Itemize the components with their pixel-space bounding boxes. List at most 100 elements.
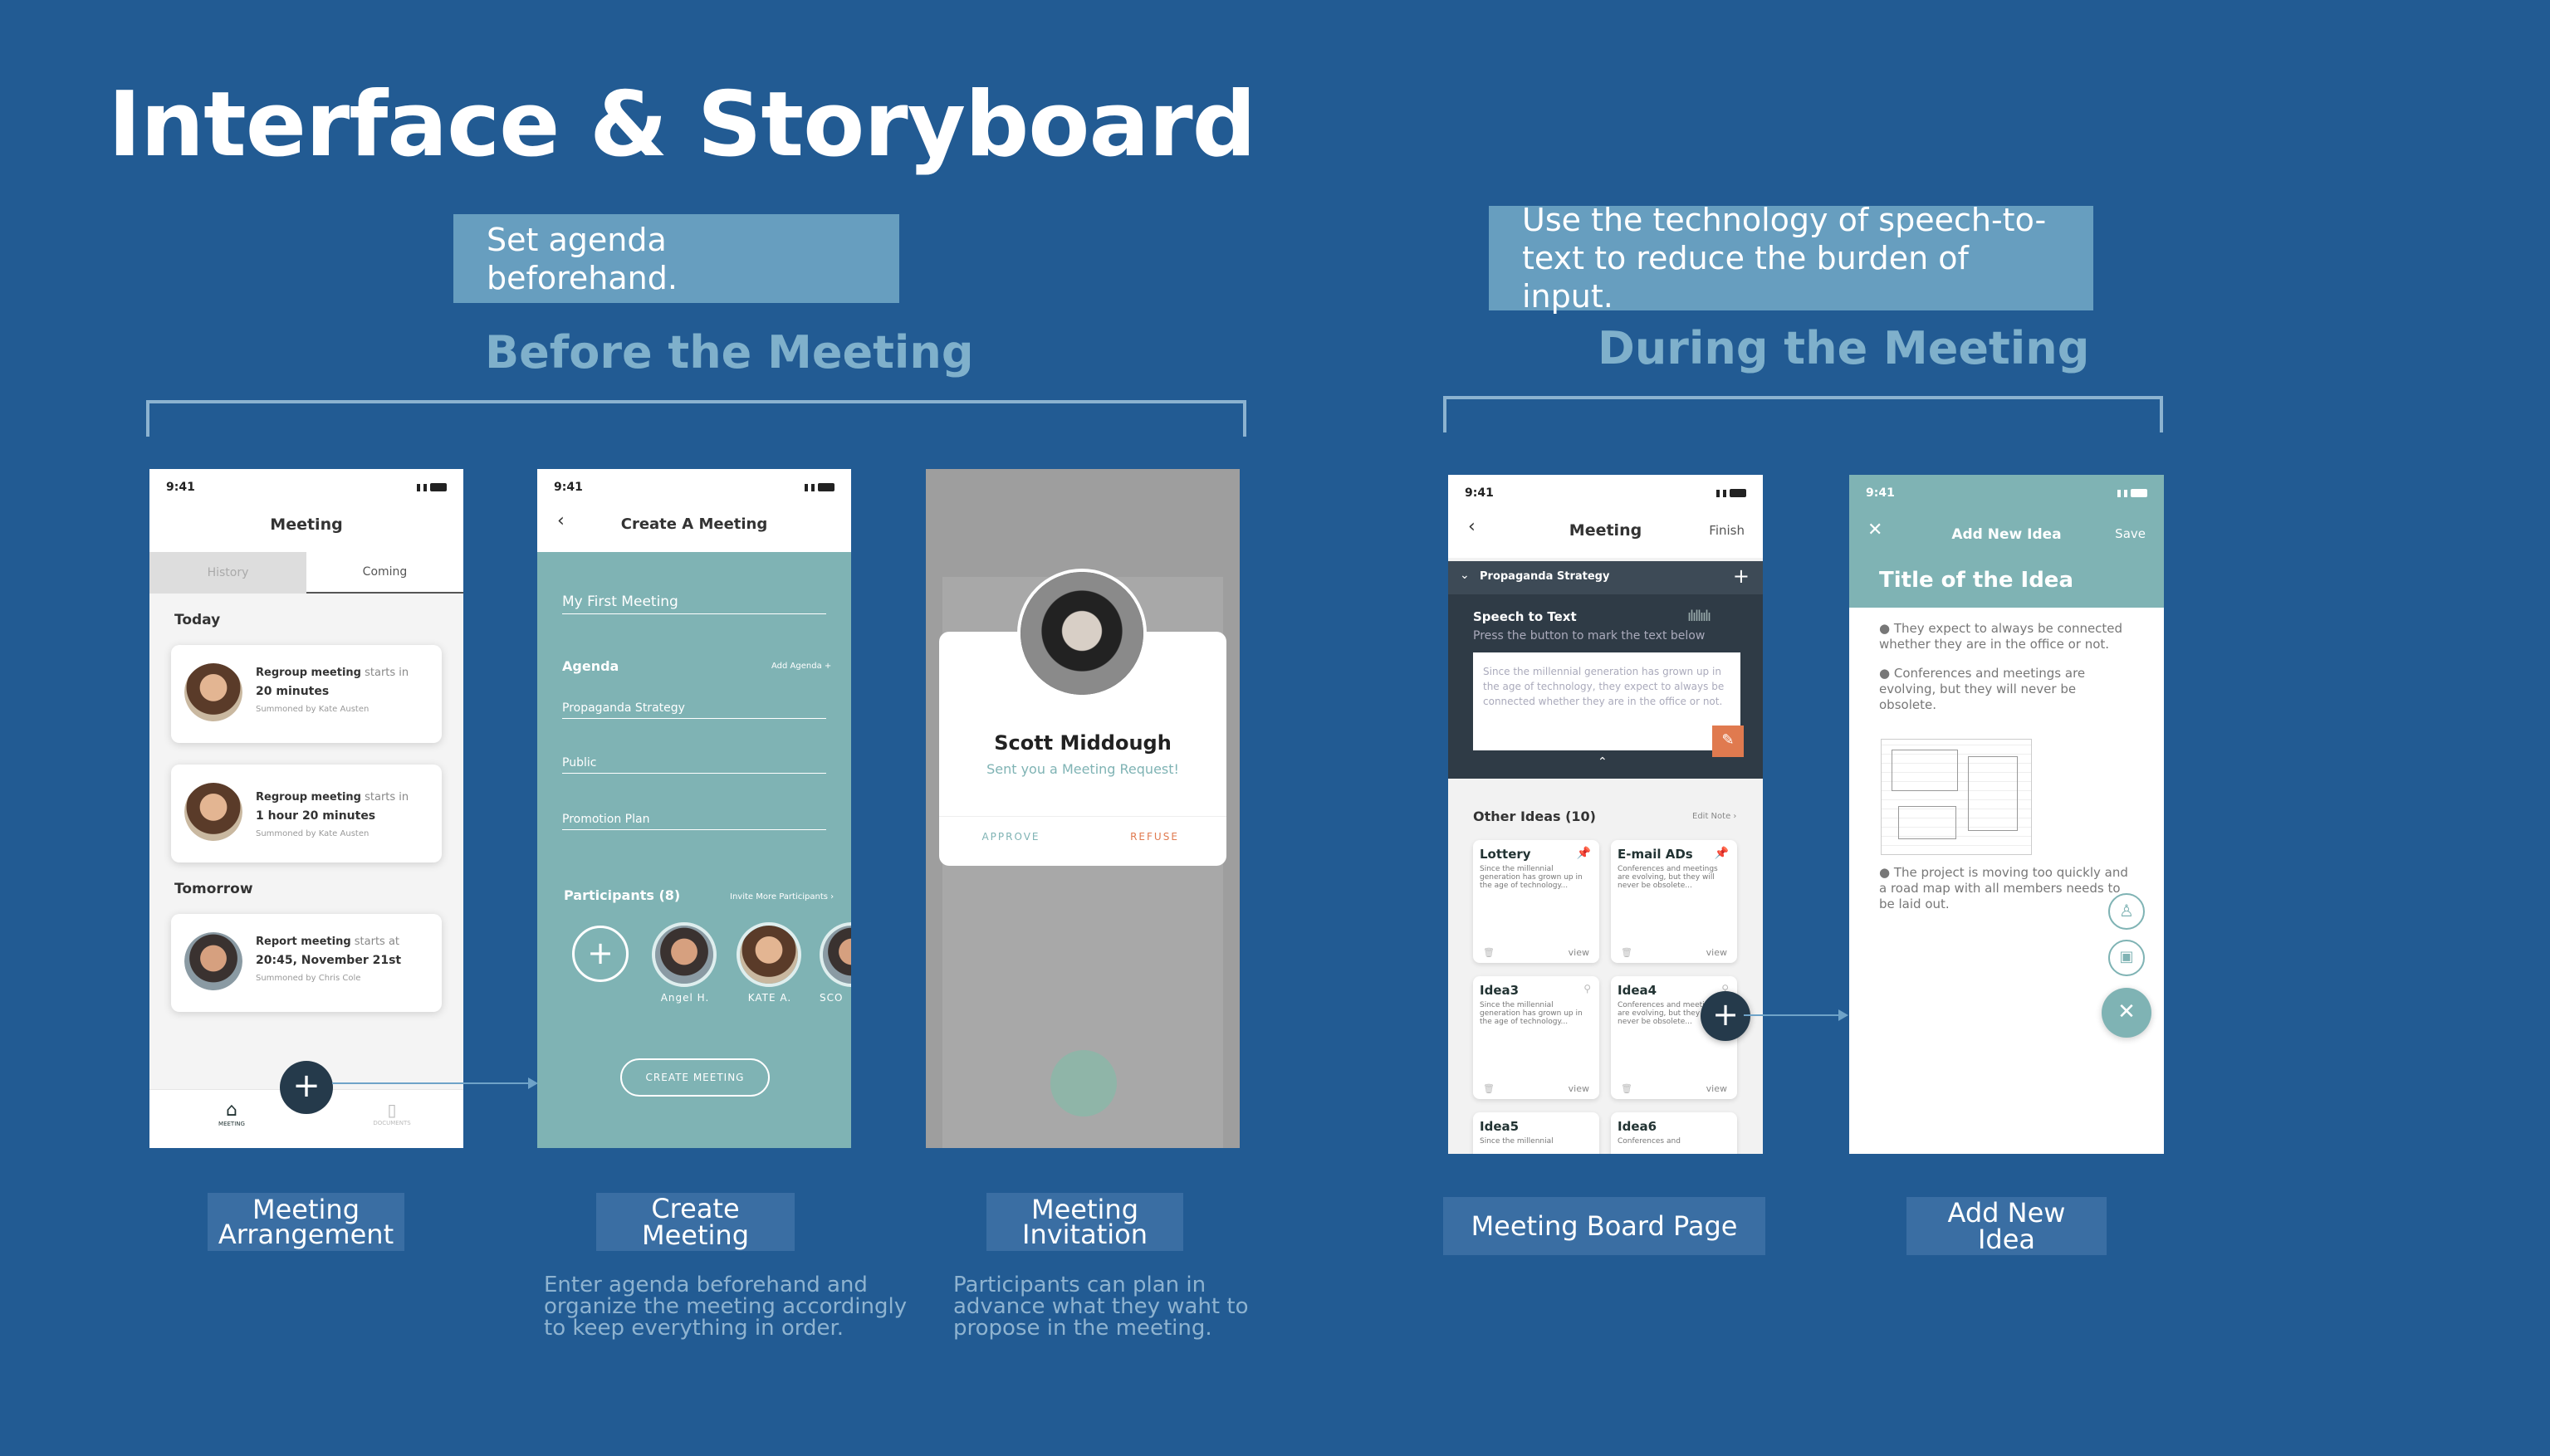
agenda-item[interactable]: Public <box>562 756 826 774</box>
invitation-message: Sent you a Meeting Request! <box>986 761 1179 777</box>
pin-icon[interactable]: 📌 <box>1715 847 1729 860</box>
pin-icon[interactable]: 📌 <box>1577 847 1591 860</box>
card-summoned-by: Summoned by Chris Cole <box>256 974 361 983</box>
add-meeting-button[interactable]: + <box>280 1061 333 1114</box>
trash-icon[interactable]: 🗑 <box>1483 947 1495 958</box>
meeting-name-input[interactable]: My First Meeting <box>562 594 826 614</box>
participant-avatar[interactable] <box>737 922 801 987</box>
sender-name: Scott Middough <box>994 731 1172 755</box>
status-bar: 9:41 <box>1448 475 1763 511</box>
document-icon: ▯ <box>387 1100 397 1120</box>
sketch-image <box>1881 739 2032 855</box>
trash-icon[interactable]: 🗑 <box>1621 947 1632 958</box>
agenda-item[interactable]: Propaganda Strategy <box>562 701 826 719</box>
nav-meeting[interactable]: ⌂ MEETING <box>211 1100 252 1127</box>
chevron-right-icon: › <box>830 892 835 901</box>
screen-meeting-invitation: Scott Middough Sent you a Meeting Reques… <box>926 469 1240 1148</box>
back-icon[interactable]: ‹ <box>1468 516 1476 537</box>
idea-title: Idea3 <box>1480 983 1520 998</box>
add-idea-button[interactable]: + <box>1701 991 1750 1041</box>
label-meeting-invitation: Meeting Invitation <box>986 1193 1183 1251</box>
participant-avatar[interactable] <box>652 922 717 987</box>
approve-button[interactable]: APPROVE <box>939 831 1083 843</box>
card-title: Regroup meeting <box>256 667 361 679</box>
idea-bullet[interactable]: ● They expect to always be connected whe… <box>1879 621 2136 652</box>
invite-more-link[interactable]: Invite More Participants › <box>730 892 834 901</box>
phase-before-heading: Before the Meeting <box>485 326 974 379</box>
bracket-during <box>1443 396 2163 432</box>
add-agenda-button[interactable]: Add Agenda + <box>771 662 831 671</box>
idea-card[interactable]: Idea5 Since the millennial <box>1473 1112 1599 1154</box>
screen-create-meeting: 9:41 ‹ Create A Meeting My First Meeting… <box>537 469 851 1148</box>
edit-icon[interactable]: ✎ <box>1712 726 1744 757</box>
card-starts: starts in <box>365 791 409 804</box>
agenda-item[interactable]: Promotion Plan <box>562 813 826 830</box>
save-button[interactable]: Save <box>2115 526 2146 541</box>
edit-note-link[interactable]: Edit Note › <box>1692 812 1736 821</box>
participant-name: Angel H. <box>660 992 710 1004</box>
view-link[interactable]: view <box>1706 1083 1727 1094</box>
nav-documents[interactable]: ▯ DOCUMENTS <box>367 1100 417 1126</box>
card-starts: starts in <box>365 667 409 679</box>
idea-bullet[interactable]: ● Conferences and meetings are evolving,… <box>1879 666 2120 713</box>
add-agenda-label: Add Agenda <box>771 662 822 671</box>
add-participant-button[interactable]: + <box>572 926 629 982</box>
idea-card[interactable]: Idea6 Conferences and <box>1611 1112 1737 1154</box>
trash-icon[interactable]: 🗑 <box>1483 1083 1495 1094</box>
section-header[interactable]: ⌄ Propaganda Strategy + <box>1448 561 1763 594</box>
finish-button[interactable]: Finish <box>1709 523 1745 538</box>
label-meeting-board: Meeting Board Page <box>1443 1197 1765 1255</box>
idea-card[interactable]: E-mail ADs Conferences and meetings are … <box>1611 840 1737 963</box>
screen-header: ‹ Create A Meeting <box>537 506 851 552</box>
screen-header: ‹ Meeting Finish <box>1448 511 1763 558</box>
close-icon[interactable]: ✕ <box>1867 520 1882 540</box>
stt-text-area[interactable]: Since the millennial generation has grow… <box>1473 652 1740 750</box>
close-menu-button[interactable]: ✕ <box>2102 988 2151 1038</box>
refuse-button[interactable]: REFUSE <box>1083 831 1226 843</box>
stt-title: Speech to Text <box>1473 609 1577 624</box>
back-icon[interactable]: ‹ <box>557 511 565 531</box>
status-bar: 9:41 <box>537 469 851 506</box>
idea-title-input[interactable]: Title of the Idea <box>1849 558 2164 608</box>
add-icon[interactable]: + <box>1733 564 1750 588</box>
sketch-box <box>1892 750 1958 791</box>
tab-coming[interactable]: Coming <box>306 552 463 594</box>
create-meeting-button[interactable]: CREATE MEETING <box>620 1058 770 1097</box>
section-tomorrow: Tomorrow <box>174 881 253 897</box>
participant-avatar[interactable] <box>820 922 851 987</box>
card-time: 20:45, November 21st <box>256 954 402 967</box>
view-link[interactable]: view <box>1569 947 1589 958</box>
meeting-card[interactable]: Regroup meeting starts in 1 hour 20 minu… <box>171 765 442 862</box>
card-title: Report meeting <box>256 936 351 948</box>
user-icon[interactable]: ♙ <box>2108 893 2145 930</box>
view-link[interactable]: view <box>1706 947 1727 958</box>
meeting-card[interactable]: Report meeting starts at 20:45, November… <box>171 914 442 1012</box>
pin-icon[interactable]: ⚲ <box>1583 983 1591 994</box>
header-title: Create A Meeting <box>620 515 768 533</box>
invite-more-label: Invite More Participants <box>730 892 828 901</box>
chevron-up-icon[interactable]: ⌃ <box>1598 755 1608 769</box>
image-icon[interactable]: ▣ <box>2108 940 2145 976</box>
avatar <box>184 783 242 841</box>
idea-title: Idea6 <box>1618 1119 1657 1134</box>
idea-card[interactable]: Idea3 Since the millennial generation ha… <box>1473 976 1599 1099</box>
nav-documents-label: DOCUMENTS <box>373 1120 411 1126</box>
idea-title: Idea5 <box>1480 1119 1520 1134</box>
card-title: Regroup meeting <box>256 791 361 804</box>
signal-icon <box>2117 489 2147 497</box>
section-today: Today <box>174 612 221 628</box>
speech-to-text-panel: Speech to Text ılıllıılı Press the butto… <box>1448 594 1763 779</box>
plus-icon: + <box>824 662 832 671</box>
label-add-new-idea: Add New Idea <box>1906 1197 2107 1255</box>
callout-before: Set agenda beforehand. <box>453 214 899 303</box>
idea-card[interactable]: Lottery Since the millennial generation … <box>1473 840 1599 963</box>
signal-icon <box>805 483 835 491</box>
screen-meeting-board: 9:41 ‹ Meeting Finish ⌄ Propaganda Strat… <box>1448 475 1763 1154</box>
meeting-card[interactable]: Regroup meeting starts in 20 minutes Sum… <box>171 645 442 743</box>
screen-add-new-idea: 9:41 ✕ Add New Idea Save Title of the Id… <box>1849 475 2164 1154</box>
tab-history[interactable]: History <box>149 552 306 594</box>
idea-bullet[interactable]: ● The project is moving too quickly and … <box>1879 865 2136 912</box>
description-meeting-invitation: Participants can plan in advance what th… <box>953 1273 1249 1341</box>
view-link[interactable]: view <box>1569 1083 1589 1094</box>
trash-icon[interactable]: 🗑 <box>1621 1083 1632 1094</box>
